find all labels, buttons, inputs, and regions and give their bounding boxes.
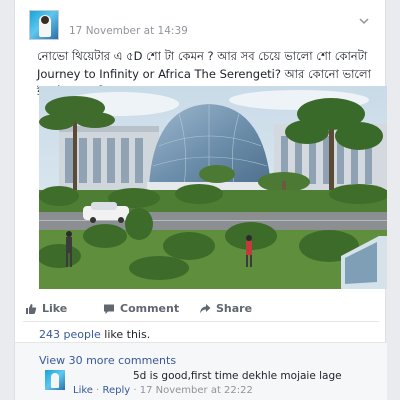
view-more-comments-link[interactable]: View 30 more comments <box>39 354 176 367</box>
post-card: 17 November at 14:39 নোভো থিয়েটার এ ৫D … <box>14 0 387 400</box>
commenter-avatar[interactable] <box>45 370 65 390</box>
share-icon <box>199 303 211 315</box>
likes-suffix: like this. <box>100 328 151 341</box>
post-actions: Like Comment Share <box>23 298 379 320</box>
comments-section: View 30 more comments 5d is good,first t… <box>15 342 387 400</box>
divider <box>23 321 379 322</box>
likes-summary: 243 people like this. <box>39 328 150 341</box>
likes-count-link[interactable]: 243 people <box>39 328 101 341</box>
post-header: 17 November at 14:39 <box>23 10 379 44</box>
comment-body: 5d is good,first time dekhle mojaie lage <box>73 370 342 382</box>
like-button[interactable]: Like <box>25 302 67 315</box>
share-label: Share <box>216 302 253 315</box>
comment-like-link[interactable]: Like <box>73 385 93 396</box>
thumbs-up-icon <box>25 303 37 315</box>
share-button[interactable]: Share <box>199 302 252 315</box>
author-avatar[interactable] <box>29 10 59 40</box>
comment-item: 5d is good,first time dekhle mojaie lage… <box>45 370 375 400</box>
comment-reply-link[interactable]: Reply <box>102 385 130 396</box>
post-timestamp[interactable]: 17 November at 14:39 <box>69 25 188 37</box>
like-label: Like <box>42 302 68 315</box>
comment-label: Comment <box>120 302 180 315</box>
chevron-down-icon[interactable] <box>357 14 371 28</box>
post-photo[interactable] <box>39 86 387 289</box>
comment-timestamp[interactable]: · 17 November at 22:22 <box>130 385 253 396</box>
comment-meta: Like · Reply · 17 November at 22:22 <box>73 385 253 396</box>
comment-button[interactable]: Comment <box>103 302 179 315</box>
comment-icon <box>103 303 115 315</box>
comment-text: 5d is good,first time dekhle mojaie lage <box>133 370 342 382</box>
